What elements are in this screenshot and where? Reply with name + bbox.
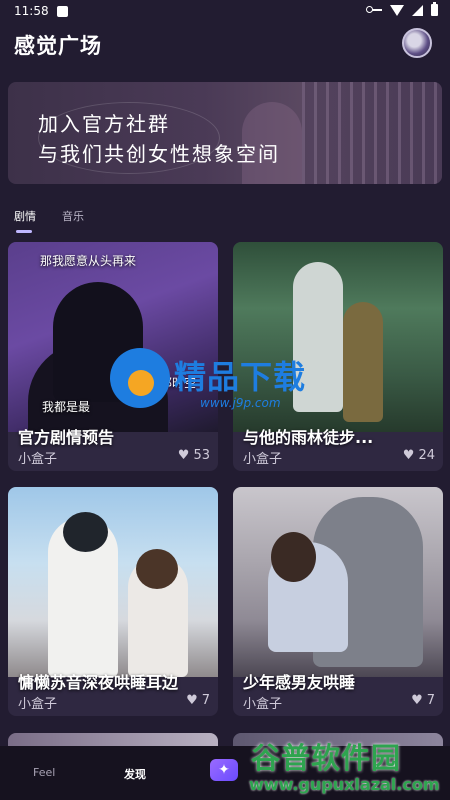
vpn-key-icon [366,6,382,14]
watermark-gupu: 谷普软件园 www.gupuxlazal.com [245,735,450,800]
cover-figure-hair [136,549,178,589]
cover-text: 那我愿意从头再来 [40,254,137,268]
heart-icon: ♥ [186,693,198,708]
card-author: 小盒子 [243,452,283,467]
battery-icon [431,2,438,16]
nav-feel[interactable]: Feel [33,766,55,779]
heart-icon: ♥ [402,448,415,463]
signal-icon [412,4,423,16]
card-author: 小盒子 [18,452,58,467]
sparkle-create-button[interactable]: ✦ [210,759,238,781]
watermark-jingpin: 精品下载 www.j9p.com [110,348,360,428]
watermark-url: www.j9p.com [200,396,281,410]
card-likes[interactable]: ♥ 7 [186,693,210,708]
cover-figure-hair [63,512,108,552]
card-cover-image [233,487,443,677]
cover-text: 我都是最 [42,400,91,414]
notification-icon [56,5,68,17]
status-icons [366,2,438,16]
watermark-text: 谷普软件园 [251,741,402,775]
status-time: 11:58 [14,4,49,18]
card-author: 小盒子 [243,697,283,712]
card-likes[interactable]: ♥ 24 [403,448,435,463]
tab-drama[interactable]: 剧情 [14,208,36,233]
like-count: 7 [201,693,210,708]
card-cover-image [8,487,218,677]
avatar[interactable] [402,28,432,58]
like-count: 7 [426,693,435,708]
story-card[interactable]: 慵懒苏音深夜哄睡耳边 小盒子 ♥ 7 [8,487,218,716]
card-title: 少年感男友哄睡 [243,673,356,692]
card-author: 小盒子 [18,697,58,712]
story-card[interactable]: 少年感男友哄睡 小盒子 ♥ 7 [233,487,443,716]
heart-icon: ♥ [177,448,190,463]
p-logo-dot [128,370,154,396]
watermark-url: www.gupuxlazal.com [249,775,440,794]
watermark-text: 精品下载 [174,358,307,396]
heart-icon: ♥ [411,693,423,708]
card-likes[interactable]: ♥ 7 [411,693,435,708]
community-banner[interactable]: 加入官方社群 与我们共创女性想象空间 [8,82,442,184]
banner-line-2: 与我们共创女性想象空间 [38,142,280,166]
cover-figure-hair [271,532,316,582]
status-bar: 11:58 [0,0,450,22]
page-title: 感觉广场 [14,34,102,58]
like-count: 24 [418,448,435,463]
card-title: 慵懒苏音深夜哄睡耳边 [18,673,179,692]
category-tabs: 剧情 音乐 [14,208,84,233]
card-likes[interactable]: ♥ 53 [178,448,210,463]
like-count: 53 [193,448,210,463]
tab-music[interactable]: 音乐 [62,208,84,224]
wifi-icon [390,4,404,16]
card-title: 官方剧情预告 [18,428,115,447]
nav-discover[interactable]: 发现 [124,766,146,782]
banner-decoration [302,82,442,184]
banner-line-1: 加入官方社群 [38,112,170,136]
